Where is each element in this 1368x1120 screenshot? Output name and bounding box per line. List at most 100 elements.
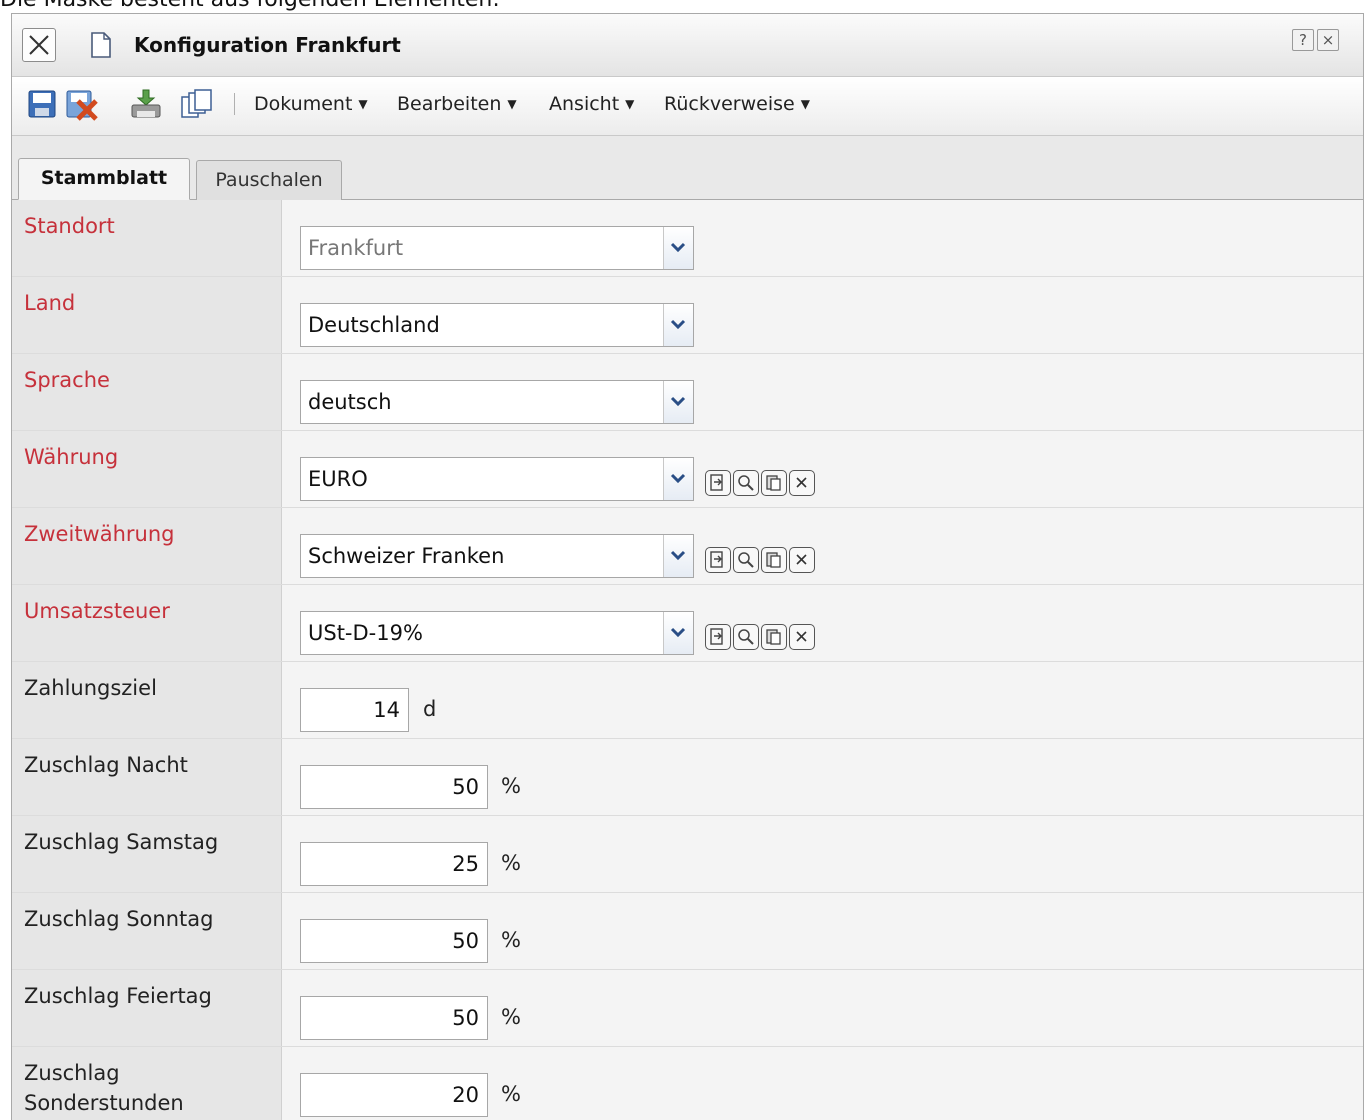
zuschlag-sonntag-unit: % bbox=[501, 928, 521, 952]
paste-icon bbox=[766, 629, 781, 645]
dropdown-arrow-icon: ▼ bbox=[800, 97, 810, 111]
value-cell: deutsch bbox=[283, 354, 1363, 430]
print-icon[interactable] bbox=[130, 89, 162, 121]
value-cell: 50 % bbox=[283, 739, 1363, 815]
menu-dokument-label: Dokument bbox=[254, 93, 353, 115]
open-record-icon bbox=[710, 628, 723, 645]
zweitwaehrung-value: Schweizer Franken bbox=[308, 544, 505, 568]
document-icon bbox=[91, 32, 111, 58]
label-cell: Zuschlag Feiertag bbox=[12, 970, 282, 1046]
copy-icon[interactable] bbox=[180, 89, 212, 121]
standort-dropdown-button[interactable] bbox=[663, 227, 693, 269]
label-standort: Standort bbox=[24, 214, 115, 238]
page-caption: Die Maske besteht aus folgenden Elemente… bbox=[0, 0, 500, 12]
save-close-icon[interactable] bbox=[66, 89, 100, 121]
close-window-button[interactable] bbox=[22, 28, 56, 62]
row-zuschlag-nacht: Zuschlag Nacht 50 % bbox=[12, 739, 1363, 816]
menu-rueckverweise[interactable]: Rückverweise ▼ bbox=[664, 93, 810, 115]
row-umsatzsteuer: Umsatzsteuer USt-D-19% bbox=[12, 585, 1363, 662]
zuschlag-sonntag-input[interactable]: 50 bbox=[300, 919, 488, 963]
sprache-dropdown-button[interactable] bbox=[663, 381, 693, 423]
value-cell: 50 % bbox=[283, 970, 1363, 1046]
clear-button[interactable] bbox=[789, 470, 815, 496]
label-umsatzsteuer: Umsatzsteuer bbox=[24, 599, 170, 623]
clear-icon bbox=[796, 554, 807, 565]
paste-button[interactable] bbox=[761, 470, 787, 496]
label-zuschlag-nacht: Zuschlag Nacht bbox=[24, 753, 188, 777]
value-cell: Deutschland bbox=[283, 277, 1363, 353]
tab-pauschalen[interactable]: Pauschalen bbox=[196, 160, 342, 200]
help-button[interactable]: ? bbox=[1292, 29, 1314, 51]
dropdown-arrow-icon: ▼ bbox=[507, 97, 517, 111]
open-record-button[interactable] bbox=[705, 547, 731, 573]
label-cell: Zweitwährung bbox=[12, 508, 282, 584]
umsatzsteuer-select[interactable]: USt-D-19% bbox=[300, 611, 694, 655]
label-zweitwaehrung: Zweitwährung bbox=[24, 522, 175, 546]
search-icon bbox=[738, 475, 754, 491]
menu-ansicht[interactable]: Ansicht ▼ bbox=[549, 93, 634, 115]
open-record-icon bbox=[710, 474, 723, 491]
zuschlag-samstag-input[interactable]: 25 bbox=[300, 842, 488, 886]
label-cell: Zuschlag Samstag bbox=[12, 816, 282, 892]
clear-icon bbox=[796, 631, 807, 642]
label-cell: Währung bbox=[12, 431, 282, 507]
label-zuschlag-feiertag: Zuschlag Feiertag bbox=[24, 984, 212, 1008]
label-zuschlag-sonderstunden: Zuschlag Sonderstunden bbox=[24, 1058, 184, 1118]
zuschlag-nacht-input[interactable]: 50 bbox=[300, 765, 488, 809]
value-cell: USt-D-19% bbox=[283, 585, 1363, 661]
toolbar-separator bbox=[234, 93, 235, 115]
tab-bar: Stammblatt Pauschalen bbox=[12, 136, 1363, 200]
row-zweitwaehrung: Zweitwährung Schweizer Franken bbox=[12, 508, 1363, 585]
search-button[interactable] bbox=[733, 470, 759, 496]
label-line-1: Zuschlag bbox=[24, 1061, 120, 1085]
value-cell: Frankfurt bbox=[283, 200, 1363, 276]
standort-value: Frankfurt bbox=[308, 236, 404, 260]
zweitwaehrung-select[interactable]: Schweizer Franken bbox=[300, 534, 694, 578]
dropdown-arrow-icon: ▼ bbox=[625, 97, 635, 111]
open-record-button[interactable] bbox=[705, 470, 731, 496]
chevron-down-icon bbox=[670, 396, 686, 407]
save-icon[interactable] bbox=[28, 89, 56, 119]
zuschlag-feiertag-input[interactable]: 50 bbox=[300, 996, 488, 1040]
zweitwaehrung-dropdown-button[interactable] bbox=[663, 535, 693, 577]
land-select[interactable]: Deutschland bbox=[300, 303, 694, 347]
value-cell: 20 % bbox=[283, 1047, 1363, 1120]
paste-button[interactable] bbox=[761, 624, 787, 650]
zuschlag-samstag-unit: % bbox=[501, 851, 521, 875]
row-zuschlag-sonntag: Zuschlag Sonntag 50 % bbox=[12, 893, 1363, 970]
clear-button[interactable] bbox=[789, 547, 815, 573]
paste-button[interactable] bbox=[761, 547, 787, 573]
menu-dokument[interactable]: Dokument ▼ bbox=[254, 93, 368, 115]
search-button[interactable] bbox=[733, 547, 759, 573]
sprache-select[interactable]: deutsch bbox=[300, 380, 694, 424]
umsatzsteuer-dropdown-button[interactable] bbox=[663, 612, 693, 654]
label-cell: Standort bbox=[12, 200, 282, 276]
title-bar: Konfiguration Frankfurt ? × bbox=[12, 14, 1363, 77]
close-icon bbox=[29, 35, 49, 55]
search-button[interactable] bbox=[733, 624, 759, 650]
close-button-small[interactable]: × bbox=[1317, 29, 1339, 51]
waehrung-select[interactable]: EURO bbox=[300, 457, 694, 501]
label-cell: Sprache bbox=[12, 354, 282, 430]
land-dropdown-button[interactable] bbox=[663, 304, 693, 346]
sprache-value: deutsch bbox=[308, 390, 392, 414]
toolbar: Dokument ▼ Bearbeiten ▼ Ansicht ▼ Rückverwe… bbox=[12, 77, 1363, 136]
row-zuschlag-samstag: Zuschlag Samstag 25 % bbox=[12, 816, 1363, 893]
open-record-button[interactable] bbox=[705, 624, 731, 650]
chevron-down-icon bbox=[670, 473, 686, 484]
menu-bearbeiten[interactable]: Bearbeiten ▼ bbox=[397, 93, 517, 115]
tab-stammblatt[interactable]: Stammblatt bbox=[18, 158, 190, 200]
row-land: Land Deutschland bbox=[12, 277, 1363, 354]
label-land: Land bbox=[24, 291, 76, 315]
label-sprache: Sprache bbox=[24, 368, 110, 392]
chevron-down-icon bbox=[670, 319, 686, 330]
label-zuschlag-sonntag: Zuschlag Sonntag bbox=[24, 907, 214, 931]
standort-select[interactable]: Frankfurt bbox=[300, 226, 694, 270]
zahlungsziel-input[interactable]: 14 bbox=[300, 688, 409, 732]
clear-button[interactable] bbox=[789, 624, 815, 650]
label-line-2: Sonderstunden bbox=[24, 1091, 184, 1115]
value-cell: 50 % bbox=[283, 893, 1363, 969]
dropdown-arrow-icon: ▼ bbox=[358, 97, 368, 111]
zuschlag-sonderstunden-input[interactable]: 20 bbox=[300, 1073, 488, 1117]
waehrung-dropdown-button[interactable] bbox=[663, 458, 693, 500]
